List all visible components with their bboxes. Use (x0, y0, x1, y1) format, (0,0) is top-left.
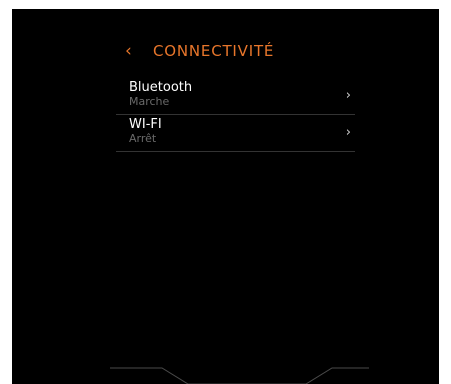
list-item-label: WI-FI (129, 117, 162, 132)
chevron-left-icon[interactable]: ‹ (125, 41, 132, 61)
chevron-right-icon: › (345, 88, 351, 103)
list-item-label: Bluetooth (129, 80, 193, 95)
page-title: CONNECTIVITÉ (153, 42, 275, 60)
list-item-value: Marche (129, 95, 170, 108)
list-item-wifi[interactable]: WI-FI Arrêt › (116, 115, 355, 152)
footer-decoration (110, 367, 369, 384)
chevron-right-icon: › (345, 125, 351, 140)
settings-list: Bluetooth Marche › WI-FI Arrêt › (116, 78, 355, 152)
screen: ‹ CONNECTIVITÉ Bluetooth Marche › WI-FI … (12, 9, 439, 384)
header: ‹ CONNECTIVITÉ (12, 9, 439, 81)
list-item-value: Arrêt (129, 132, 157, 145)
list-item-bluetooth[interactable]: Bluetooth Marche › (116, 78, 355, 115)
